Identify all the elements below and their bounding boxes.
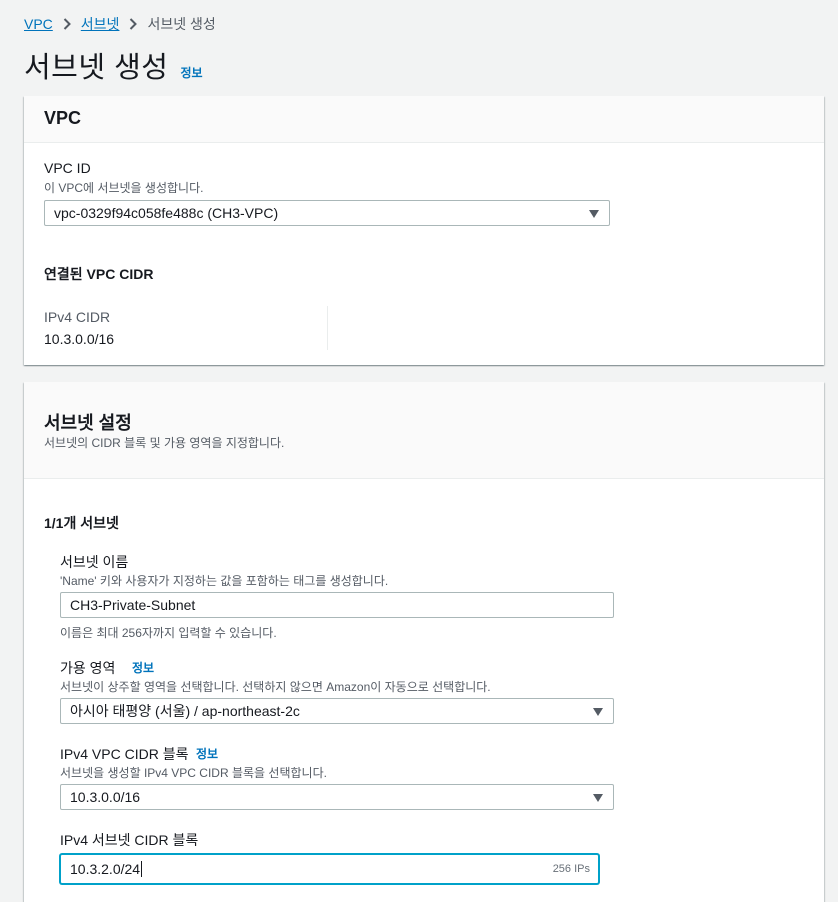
subnet-name-value: CH3-Private-Subnet [70,597,196,613]
ipv4-cidr-value: 10.3.0.0/16 [44,331,115,347]
ipv4-subnet-cidr-label: IPv4 서브넷 CIDR 블록 [60,832,199,848]
subnet-count-label: 1/1개 서브넷 [44,515,119,531]
ipv4-vpc-cidr-select[interactable]: 10.3.0.0/16 [60,784,614,810]
ip-count-badge: 256 IPs [552,863,590,875]
subnet-settings-heading: 서브넷 설정 [44,413,132,433]
vpc-id-select-value: vpc-0329f94c058fe488c (CH3-VPC) [54,205,279,221]
availability-zone-select[interactable]: 아시아 태평양 (서울) / ap-northeast-2c [60,698,614,724]
availability-zone-value: 아시아 태평양 (서울) / ap-northeast-2c [70,703,300,719]
vpc-id-select[interactable]: vpc-0329f94c058fe488c (CH3-VPC) [44,200,610,226]
caret-down-icon [593,708,603,716]
breadcrumb-vpc-link[interactable]: VPC [24,16,53,32]
caret-down-icon [593,794,603,802]
availability-zone-info-link[interactable]: 정보 [132,659,154,676]
breadcrumb: VPC 서브넷 서브넷 생성 [24,14,216,34]
subnet-settings-description: 서브넷의 CIDR 블록 및 가용 영역을 지정합니다. [44,436,285,450]
vpc-panel: VPC VPC ID 이 VPC에 서브넷을 생성합니다. vpc-0329f9… [24,96,824,365]
subnet-name-label: 서브넷 이름 [60,554,129,570]
caret-down-icon [589,210,599,218]
subnet-settings-panel: 서브넷 설정 서브넷의 CIDR 블록 및 가용 영역을 지정합니다. 1/1개… [24,382,824,902]
page-header: 서브넷 생성 정보 [24,44,203,86]
breadcrumb-current: 서브넷 생성 [147,16,216,32]
page-title: 서브넷 생성 [24,52,169,84]
availability-zone-description: 서브넷이 상주할 영역을 선택합니다. 선택하지 않으면 Amazon이 자동으… [60,680,491,694]
breadcrumb-subnet-link[interactable]: 서브넷 [81,14,120,34]
text-cursor [141,861,143,877]
subnet-name-description: 'Name' 키와 사용자가 지정하는 값을 포함하는 태그를 생성합니다. [60,574,389,588]
vpc-panel-header: VPC [24,96,824,143]
ipv4-subnet-cidr-value: 10.3.2.0/24 [70,861,141,877]
subnet-panel-header: 서브넷 설정 서브넷의 CIDR 블록 및 가용 영역을 지정합니다. [24,382,824,479]
page-info-link[interactable]: 정보 [180,64,202,81]
chevron-right-icon [129,18,138,30]
ipv4-vpc-cidr-value: 10.3.0.0/16 [70,789,141,805]
column-divider [327,306,328,350]
vpc-heading: VPC [44,108,82,128]
ipv4-vpc-cidr-label: IPv4 VPC CIDR 블록 [60,746,189,762]
vpc-id-description: 이 VPC에 서브넷을 생성합니다. [44,181,204,195]
ipv4-cidr-label: IPv4 CIDR [44,309,111,325]
linked-vpc-cidr-heading: 연결된 VPC CIDR [44,266,154,282]
chevron-right-icon [63,18,71,30]
availability-zone-label: 가용 영역 [60,660,116,676]
ipv4-vpc-cidr-info-link[interactable]: 정보 [196,745,218,762]
ipv4-subnet-cidr-input[interactable]: 10.3.2.0/24 256 IPs [60,854,599,884]
subnet-name-hint: 이름은 최대 256자까지 입력할 수 있습니다. [60,626,277,640]
ipv4-vpc-cidr-description: 서브넷을 생성할 IPv4 VPC CIDR 블록을 선택합니다. [60,766,327,780]
subnet-name-input[interactable]: CH3-Private-Subnet [60,592,614,618]
vpc-id-label: VPC ID [44,160,91,176]
